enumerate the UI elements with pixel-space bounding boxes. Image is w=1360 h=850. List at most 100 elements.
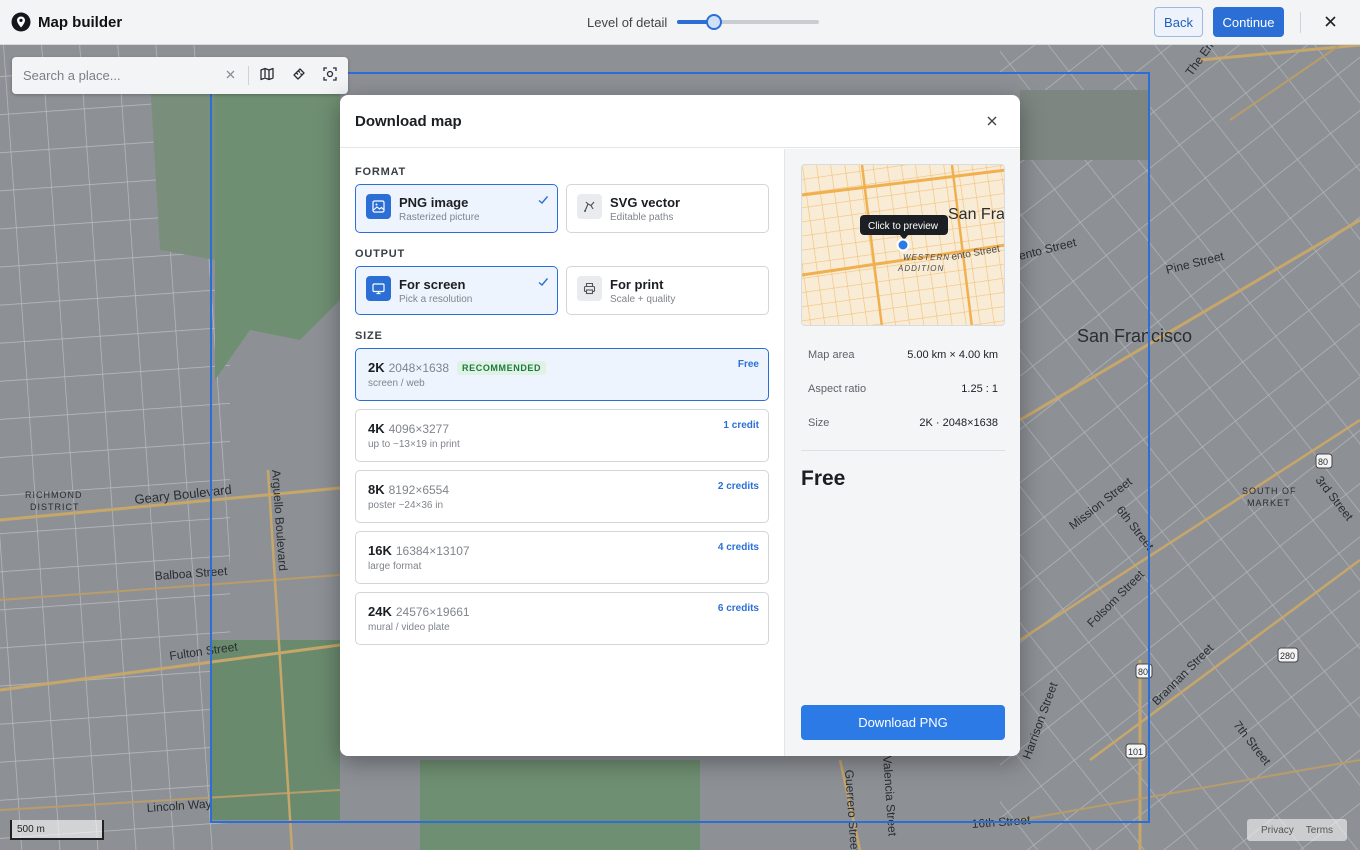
location-marker-icon	[896, 238, 910, 252]
output-option-subtitle: Pick a resolution	[399, 294, 473, 305]
summary-row-aspect-ratio: Aspect ratio 1.25 : 1	[808, 383, 998, 399]
size-description: large format	[368, 561, 422, 572]
measure-button[interactable]	[289, 66, 309, 86]
summary-divider	[801, 450, 1005, 451]
checkmark-icon	[537, 275, 549, 287]
summary-row-map-area: Map area 5.00 km × 4.00 km	[808, 349, 998, 365]
format-option-svg[interactable]: SVG vector Editable paths	[566, 184, 769, 233]
format-section-label: FORMAT	[355, 166, 407, 178]
output-option-screen[interactable]: For screen Pick a resolution	[355, 266, 558, 315]
map-label-district: DISTRICT	[30, 502, 80, 512]
preview-label-area-2: ADDITION	[897, 264, 944, 273]
output-option-subtitle: Scale + quality	[610, 294, 676, 305]
preview-label-city: San Fra	[948, 206, 1005, 223]
vector-pen-icon	[577, 194, 602, 219]
search-panel	[12, 57, 348, 94]
size-cost: 6 credits	[717, 603, 759, 614]
svg-text:80: 80	[1318, 457, 1328, 467]
summary-value: 2K · 2048×1638	[919, 417, 998, 429]
size-name: 4K	[368, 421, 385, 436]
size-cost: 2 credits	[717, 481, 759, 492]
dialog-title: Download map	[355, 112, 462, 130]
printer-icon	[577, 276, 602, 301]
size-dimensions: 4096×3277	[388, 421, 450, 436]
map-label-richmond: RICHMOND	[25, 490, 83, 500]
search-clear-button[interactable]	[222, 67, 238, 83]
highway-shield-280: 280	[1277, 647, 1299, 663]
level-of-detail-label: Level of detail	[587, 14, 668, 30]
capture-area-button[interactable]	[320, 66, 340, 86]
size-name: 8K	[368, 482, 385, 497]
summary-row-size: Size 2K · 2048×1638	[808, 417, 998, 433]
size-option-2k[interactable]: 2K 2048×1638 RECOMMENDED screen / web Fr…	[355, 348, 769, 401]
summary-value: 1.25 : 1	[961, 383, 998, 395]
checkmark-icon	[537, 193, 549, 205]
size-option-4k[interactable]: 4K 4096×3277 up to ~13×19 in print 1 cre…	[355, 409, 769, 462]
terms-link[interactable]: Terms	[1306, 825, 1333, 836]
size-dimensions: 8192×6554	[388, 482, 450, 497]
app-title: Map builder	[38, 13, 123, 31]
search-input[interactable]	[23, 68, 221, 83]
format-option-title: SVG vector	[610, 195, 681, 210]
map-preview[interactable]: San Fra ento Street WESTERN ADDITION Cli…	[801, 164, 1005, 326]
size-dimensions: 16384×13107	[395, 543, 470, 558]
format-option-png[interactable]: PNG image Rasterized picture	[355, 184, 558, 233]
level-of-detail: Level of detail	[587, 13, 820, 31]
dialog-summary: San Fra ento Street WESTERN ADDITION Cli…	[784, 149, 1020, 756]
size-section-label: SIZE	[355, 330, 383, 342]
level-of-detail-slider[interactable]	[677, 13, 820, 31]
size-option-8k[interactable]: 8K 8192×6554 poster ~24×36 in 2 credits	[355, 470, 769, 523]
map-label-south-of: SOUTH OF	[1242, 486, 1297, 496]
recommended-badge: RECOMMENDED	[457, 360, 547, 375]
size-description: poster ~24×36 in	[368, 500, 444, 511]
summary-label: Map area	[808, 349, 855, 361]
size-cost: 4 credits	[717, 542, 759, 553]
size-option-24k[interactable]: 24K 24576×19661 mural / video plate 6 cr…	[355, 592, 769, 645]
close-builder-button[interactable]	[1319, 12, 1341, 34]
size-dimensions: 2048×1638	[388, 360, 450, 375]
download-map-dialog: Download map FORMAT PNG image Rasterized…	[340, 95, 1020, 756]
size-description: up to ~13×19 in print	[368, 439, 460, 450]
dialog-close-button[interactable]	[982, 112, 1002, 132]
ruler-icon	[292, 67, 306, 86]
format-option-subtitle: Editable paths	[610, 212, 674, 223]
map-scale-bar: 500 m	[10, 820, 104, 840]
download-png-button[interactable]: Download PNG	[801, 705, 1005, 740]
size-cost: Free	[737, 359, 759, 370]
size-option-16k[interactable]: 16K 16384×13107 large format 4 credits	[355, 531, 769, 584]
map-pin-icon	[11, 12, 31, 32]
output-option-title: For screen	[399, 277, 466, 292]
top-bar: Map builder Level of detail Back Continu…	[0, 0, 1360, 45]
format-option-title: PNG image	[399, 195, 469, 210]
topbar-divider	[1300, 12, 1301, 33]
preview-label-area-1: WESTERN	[903, 253, 950, 262]
slider-thumb[interactable]	[706, 14, 723, 30]
summary-label: Size	[808, 417, 830, 429]
back-button[interactable]: Back	[1154, 7, 1203, 37]
search-divider	[248, 66, 249, 85]
total-price: Free	[801, 467, 846, 490]
size-name: 24K	[368, 604, 392, 619]
privacy-link[interactable]: Privacy	[1261, 825, 1294, 836]
map-layers-button[interactable]	[257, 66, 277, 86]
folded-map-icon	[260, 67, 274, 86]
continue-button[interactable]: Continue	[1213, 7, 1284, 37]
output-option-print[interactable]: For print Scale + quality	[566, 266, 769, 315]
size-description: mural / video plate	[368, 622, 450, 633]
summary-label: Aspect ratio	[808, 383, 867, 395]
size-name: 2K	[368, 360, 385, 375]
highway-shield-80: 80	[1315, 453, 1333, 469]
map-label-market: MARKET	[1247, 498, 1291, 508]
brand: Map builder	[11, 12, 122, 32]
close-icon	[987, 113, 997, 131]
size-name: 16K	[368, 543, 392, 558]
svg-text:280: 280	[1280, 651, 1295, 661]
clear-icon	[226, 66, 235, 84]
close-icon	[1324, 14, 1336, 32]
image-icon	[366, 194, 391, 219]
format-option-subtitle: Rasterized picture	[399, 212, 480, 223]
summary-value: 5.00 km × 4.00 km	[907, 349, 998, 361]
output-option-title: For print	[610, 277, 664, 292]
preview-tooltip-text: Click to preview	[868, 221, 939, 232]
dialog-header: Download map	[340, 95, 1020, 148]
